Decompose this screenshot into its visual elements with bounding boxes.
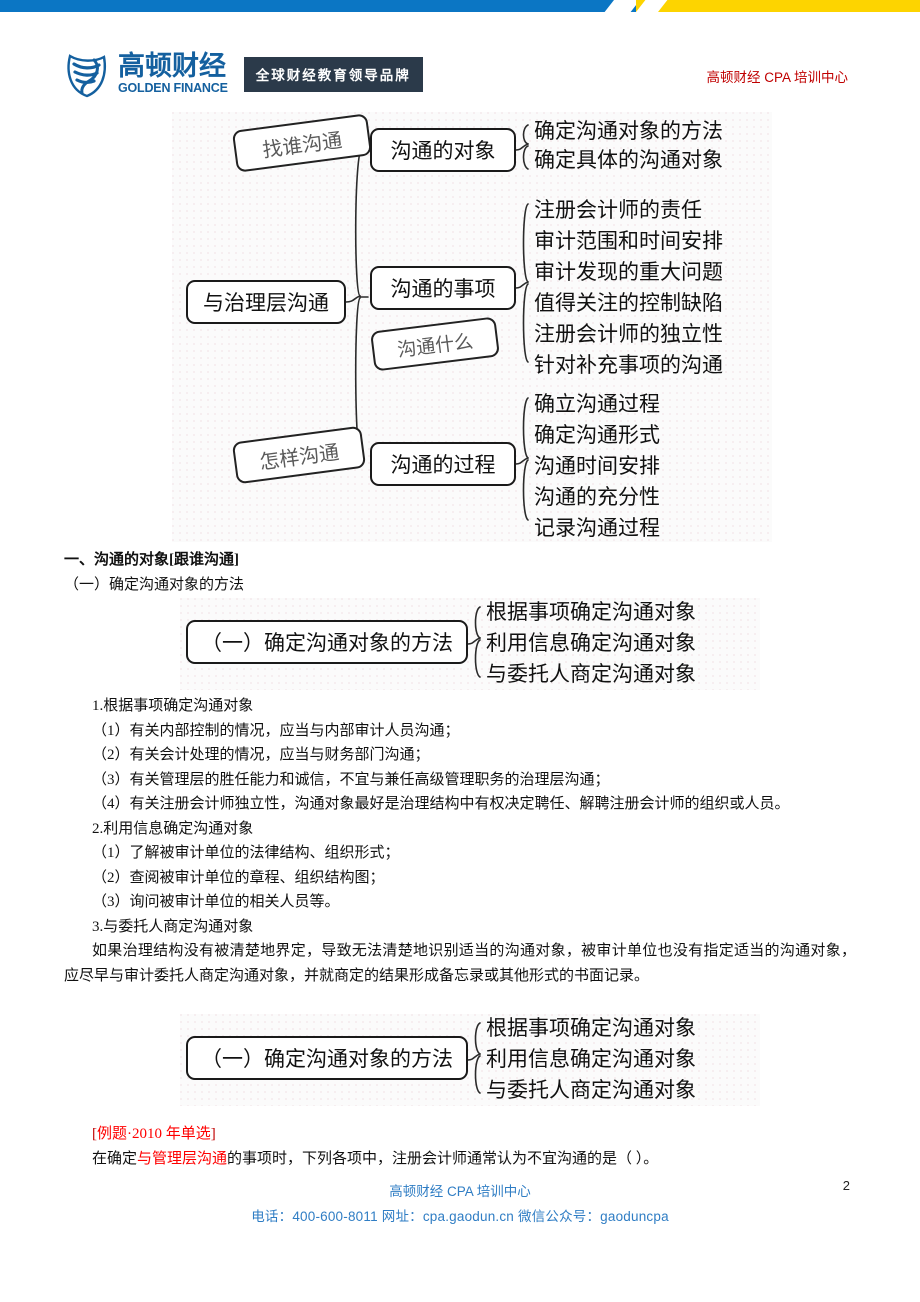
section-heading: 一、沟通的对象[跟谁沟通]: [64, 552, 239, 568]
example-question-prefix: 在确定: [92, 1150, 138, 1167]
body-item3-title: 3.与委托人商定沟通对象: [92, 918, 254, 935]
body-item2-point: （3）询问被审计单位的相关人员等。: [92, 894, 340, 910]
mindmap-leaf: 值得关注的控制缺陷: [534, 292, 723, 315]
brand-slogan: 全球财经教育领导品牌: [243, 56, 423, 92]
section-subheading: （一）确定沟通对象的方法: [64, 576, 245, 593]
banner-blue-stripe: [0, 0, 640, 12]
diagram-method-leaf: 根据事项确定沟通对象: [486, 1017, 696, 1040]
example-question: 在确定与管理层沟通的事项时，下列各项中，注册会计师通常认为不宜沟通的是（ ）。: [64, 1147, 856, 1172]
top-banner: [0, 0, 920, 12]
logo-english-name: GOLDEN FINANCE: [118, 81, 228, 96]
mindmap-branch-matters: 沟通的事项: [370, 266, 516, 310]
mindmap-leaf: 沟通的充分性: [534, 486, 660, 509]
example-question-highlight: 与管理层沟通: [137, 1150, 228, 1167]
diagram-method-node-2: （一）确定沟通对象的方法: [186, 1036, 468, 1080]
body-item1-point: （3）有关管理层的胜任能力和诚信，不宜与兼任高级管理职务的治理层沟通；: [92, 771, 610, 788]
body-item1-point: （1）有关内部控制的情况，应当与内部审计人员沟通；: [92, 722, 460, 739]
body-item3-paragraph: 如果治理结构没有被清楚地界定，导致无法清楚地识别适当的沟通对象，被审计单位也没有…: [64, 943, 856, 984]
example-question-suffix: 的事项时，下列各项中，注册会计师通常认为不宜沟通的是（ ）。: [227, 1150, 659, 1167]
body-content: 1.根据事项确定沟通对象 （1）有关内部控制的情况，应当与内部审计人员沟通； （…: [64, 694, 856, 988]
mindmap-leaf: 确定沟通形式: [534, 424, 660, 447]
logo-chinese-name: 高顿财经: [118, 51, 226, 82]
mindmap-leaf: 审计范围和时间安排: [534, 230, 723, 253]
mindmap-leaf: 沟通时间安排: [534, 455, 660, 478]
mindmap-root-node: 与治理层沟通: [186, 280, 346, 324]
mindmap-leaf: 确立沟通过程: [534, 393, 660, 416]
mindmap-leaf: 确定沟通对象的方法: [534, 120, 723, 143]
header-training-center-title: 高顿财经 CPA 培训中心: [706, 70, 848, 85]
diagram-method-leaf: 与委托人商定沟通对象: [486, 663, 696, 686]
diagram-method-top: （一）确定沟通对象的方法 根据事项确定沟通对象 利用信息确定沟通对象 与委托人商…: [180, 598, 760, 690]
page-number: 2: [842, 1178, 850, 1193]
diagram-method-leaf: 与委托人商定沟通对象: [486, 1079, 696, 1102]
example-block: [例题·2010 年单选] 在确定与管理层沟通的事项时，下列各项中，注册会计师通…: [64, 1122, 856, 1171]
mindmap-branch-object: 沟通的对象: [370, 128, 516, 172]
example-tag: 例题·2010 年单选: [97, 1126, 211, 1142]
diagram-method-leaf: 利用信息确定沟通对象: [486, 632, 696, 655]
body-item1-title: 1.根据事项确定沟通对象: [92, 698, 254, 714]
body-item1-point: （2）有关会计处理的情况，应当与财务部门沟通；: [92, 747, 430, 763]
brand-logo: 高顿财经 GOLDEN FINANCE 全球财经教育领导品牌: [64, 50, 423, 98]
mindmap-communication-overview: 与治理层沟通 找谁沟通 沟通什么 怎样沟通 沟通的对象 沟通的事项 沟通的过程 …: [172, 112, 772, 542]
mindmap-leaf: 注册会计师的独立性: [534, 323, 723, 346]
mindmap-leaf: 针对补充事项的沟通: [534, 354, 723, 377]
example-bracket-close: ]: [210, 1126, 216, 1142]
diagram-method-node: （一）确定沟通对象的方法: [186, 620, 468, 664]
logo-swoosh-icon: [64, 50, 110, 98]
section-heading-block: 一、沟通的对象[跟谁沟通] （一）确定沟通对象的方法: [64, 548, 856, 597]
page-header: 高顿财经 GOLDEN FINANCE 全球财经教育领导品牌 高顿财经 CPA …: [0, 50, 920, 106]
body-item2-title: 2.利用信息确定沟通对象: [92, 820, 254, 837]
footer-title: 高顿财经 CPA 培训中心: [389, 1184, 531, 1199]
mindmap-leaf: 审计发现的重大问题: [534, 261, 723, 284]
mindmap-leaf: 注册会计师的责任: [534, 199, 702, 222]
diagram-method-bottom: （一）确定沟通对象的方法 根据事项确定沟通对象 利用信息确定沟通对象 与委托人商…: [180, 1014, 760, 1106]
body-item1-point: （4）有关注册会计师独立性，沟通对象最好是治理结构中有权决定聘任、解聘注册会计师…: [92, 796, 790, 812]
logo-text-block: 高顿财经 GOLDEN FINANCE: [118, 53, 228, 95]
body-item2-point: （2）查阅被审计单位的章程、组织结构图；: [92, 869, 385, 886]
body-item2-point: （1）了解被审计单位的法律结构、组织形式；: [92, 845, 400, 861]
banner-yellow-stripe: [636, 0, 920, 12]
mindmap-leaf: 记录沟通过程: [534, 517, 660, 540]
diagram-method-leaf: 根据事项确定沟通对象: [486, 601, 696, 624]
diagram-method-leaf: 利用信息确定沟通对象: [486, 1048, 696, 1071]
footer-contact: 电话：400-600-8011 网址：cpa.gaodun.cn 微信公众号：g…: [251, 1209, 669, 1224]
mindmap-leaf: 确定具体的沟通对象: [534, 149, 723, 172]
mindmap-branch-process: 沟通的过程: [370, 442, 516, 486]
example-tag-line: [例题·2010 年单选]: [64, 1122, 856, 1147]
